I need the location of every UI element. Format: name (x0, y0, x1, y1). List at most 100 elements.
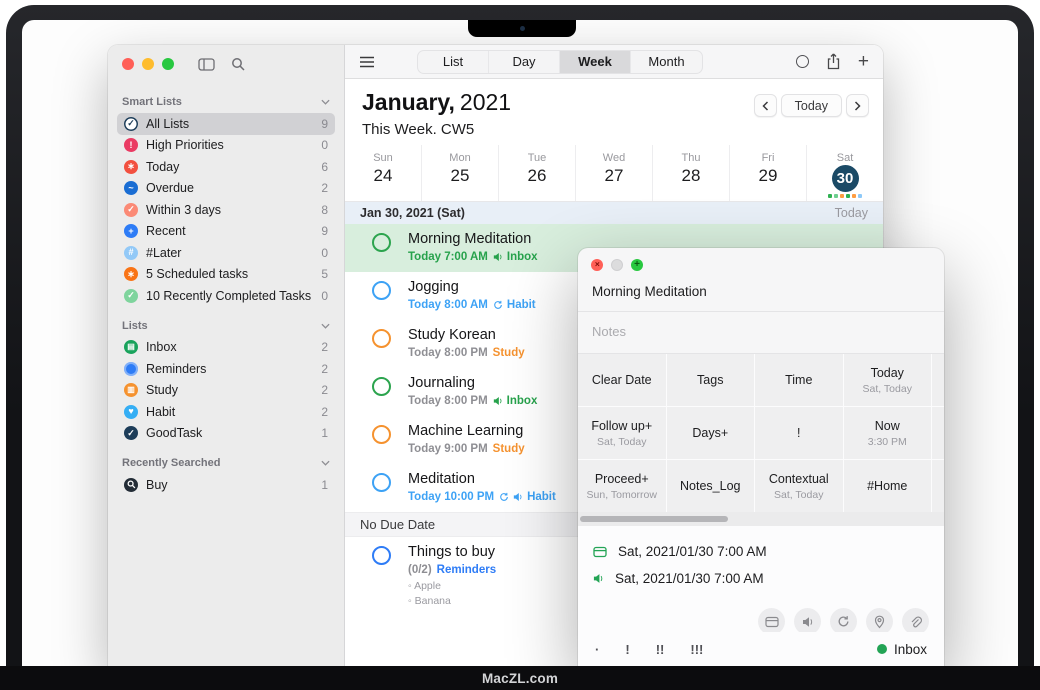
day-column-mon[interactable]: Mon 25 (422, 145, 499, 201)
share-button[interactable] (826, 53, 841, 70)
sidebar-item-label: Habit (146, 404, 176, 419)
sidebar-item-study[interactable]: ▥ Study 2 (117, 380, 335, 402)
task-title-field[interactable]: Morning Meditation (578, 271, 944, 312)
today-button[interactable]: Today (780, 94, 842, 117)
scrollbar-thumb[interactable] (580, 516, 728, 522)
sidebar-toggle-button[interactable] (198, 57, 215, 71)
task-complete-toggle[interactable] (372, 425, 391, 444)
sidebar-item-recently-completed[interactable]: ✓ 10 Recently Completed Tasks 0 (117, 285, 335, 307)
repeat-button[interactable] (830, 608, 857, 635)
sidebar-item-within-3-days[interactable]: ✓ Within 3 days 8 (117, 199, 335, 221)
priority-none[interactable]: · (595, 642, 599, 657)
sidebar-item-inbox[interactable]: ▤ Inbox 2 (117, 337, 335, 359)
task-complete-toggle[interactable] (372, 473, 391, 492)
task-complete-toggle[interactable] (372, 329, 391, 348)
search-button[interactable] (231, 57, 245, 71)
quick-action-today[interactable]: Today Sat, Today (843, 354, 931, 406)
alert-speaker-icon (593, 573, 604, 584)
quick-action-label: Time (785, 373, 813, 387)
quick-action-notes-log[interactable]: Notes_Log (666, 460, 754, 512)
due-date-text: Sat, 2021/01/30 7:00 AM (618, 544, 767, 559)
close-button[interactable] (122, 58, 134, 70)
tab-day[interactable]: Day (489, 50, 560, 73)
sidebar-item-later[interactable]: # #Later 0 (117, 242, 335, 264)
alert-speaker-icon (493, 253, 502, 261)
tray-icon: ▤ (124, 340, 138, 355)
sidebar-item-overdue[interactable]: ~ Overdue 2 (117, 178, 335, 200)
notes-field[interactable]: Notes (578, 312, 944, 354)
smart-lists-header[interactable]: Smart Lists (122, 96, 330, 108)
priority-low[interactable]: ! (625, 642, 629, 657)
quick-action-time[interactable]: Time (755, 354, 843, 406)
quick-action-priority[interactable]: ! (755, 407, 843, 459)
quick-action-partial-cell[interactable] (932, 354, 944, 406)
sidebar-item-recent[interactable]: + Recent 9 (117, 221, 335, 243)
zoom-button[interactable] (631, 259, 643, 271)
task-complete-toggle[interactable] (372, 546, 391, 565)
tab-month[interactable]: Month (631, 51, 702, 73)
date-card-button[interactable] (758, 608, 785, 635)
quick-action-now[interactable]: Now 3:30 PM (843, 407, 931, 459)
priority-medium[interactable]: !! (656, 642, 665, 657)
due-date-row[interactable]: Sat, 2021/01/30 7:00 AM (593, 538, 929, 565)
tab-week[interactable]: Week (560, 50, 631, 73)
sidebar-item-buy[interactable]: Buy 1 (117, 474, 335, 496)
task-complete-toggle[interactable] (372, 377, 391, 396)
sidebar-item-high-priorities[interactable]: ! High Priorities 0 (117, 135, 335, 157)
location-button[interactable] (866, 608, 893, 635)
list-selector[interactable]: Inbox (876, 642, 927, 657)
priority-high[interactable]: !!! (690, 642, 703, 657)
quick-action-contextual[interactable]: Contextual Sat, Today (755, 460, 843, 512)
hash-icon: # (124, 245, 138, 260)
sidebar-item-habit[interactable]: ♥ Habit 2 (117, 401, 335, 423)
macbook-mockup: Smart Lists ✓ All Lists 9 ! High Priorit… (0, 0, 1040, 690)
sidebar-item-today[interactable]: ∗ Today 6 (117, 156, 335, 178)
sidebar-item-all-lists[interactable]: ✓ All Lists 9 (117, 113, 335, 135)
zoom-button[interactable] (162, 58, 174, 70)
task-complete-toggle[interactable] (372, 233, 391, 252)
task-subtitle: (0/2) Reminders (408, 564, 496, 576)
day-column-tue[interactable]: Tue 26 (499, 145, 576, 201)
task-title: Journaling (408, 375, 475, 391)
close-button[interactable] (591, 259, 603, 271)
quick-action-clear-date[interactable]: Clear Date (578, 354, 666, 406)
lists-header[interactable]: Lists (122, 320, 330, 332)
menu-button[interactable] (359, 56, 375, 68)
quick-action-partial-cell[interactable] (932, 407, 944, 459)
alert-row[interactable]: Sat, 2021/01/30 7:00 AM (593, 565, 929, 592)
quick-action-home-tag[interactable]: #Home (843, 460, 931, 512)
sidebar-item-goodtask[interactable]: ✓ GoodTask 1 (117, 423, 335, 445)
tab-list[interactable]: List (418, 50, 489, 73)
task-subtitle: Today 10:00 PM Habit (408, 491, 556, 503)
task-progress: (0/2) (408, 564, 432, 576)
minimize-button[interactable] (611, 259, 623, 271)
day-column-fri[interactable]: Fri 29 (730, 145, 807, 201)
repeat-icon (500, 492, 508, 501)
quick-action-tags[interactable]: Tags (666, 354, 754, 406)
minimize-button[interactable] (142, 58, 154, 70)
task-complete-toggle[interactable] (372, 281, 391, 300)
progress-circle-button[interactable] (795, 55, 809, 68)
sidebar-item-label: Reminders (146, 361, 207, 376)
section-title: Recently Searched (122, 457, 221, 469)
recently-searched-header[interactable]: Recently Searched (122, 457, 330, 469)
quick-action-proceed[interactable]: Proceed+ Sun, Tomorrow (578, 460, 666, 512)
next-week-button[interactable] (846, 94, 869, 117)
day-column-sun[interactable]: Sun 24 (345, 145, 422, 201)
day-column-sat-selected[interactable]: Sat 30 (807, 145, 883, 201)
quick-action-partial-cell[interactable] (932, 460, 944, 512)
alert-button[interactable] (794, 608, 821, 635)
task-subtitle: Today 8:00 PM Study (408, 347, 525, 359)
sidebar-item-count: 5 (321, 267, 328, 282)
event-dot (840, 194, 844, 198)
attachment-button[interactable] (902, 608, 929, 635)
sidebar-item-scheduled-tasks[interactable]: ∗ 5 Scheduled tasks 5 (117, 264, 335, 286)
day-column-wed[interactable]: Wed 27 (576, 145, 653, 201)
priority-selector: · ! !! !!! (595, 642, 703, 657)
sidebar-item-reminders[interactable]: Reminders 2 (117, 358, 335, 380)
add-task-button[interactable]: + (858, 52, 869, 71)
quick-action-follow-up[interactable]: Follow up+ Sat, Today (578, 407, 666, 459)
prev-week-button[interactable] (753, 94, 777, 117)
quick-action-days-plus[interactable]: Days+ (666, 407, 754, 459)
day-column-thu[interactable]: Thu 28 (653, 145, 730, 201)
